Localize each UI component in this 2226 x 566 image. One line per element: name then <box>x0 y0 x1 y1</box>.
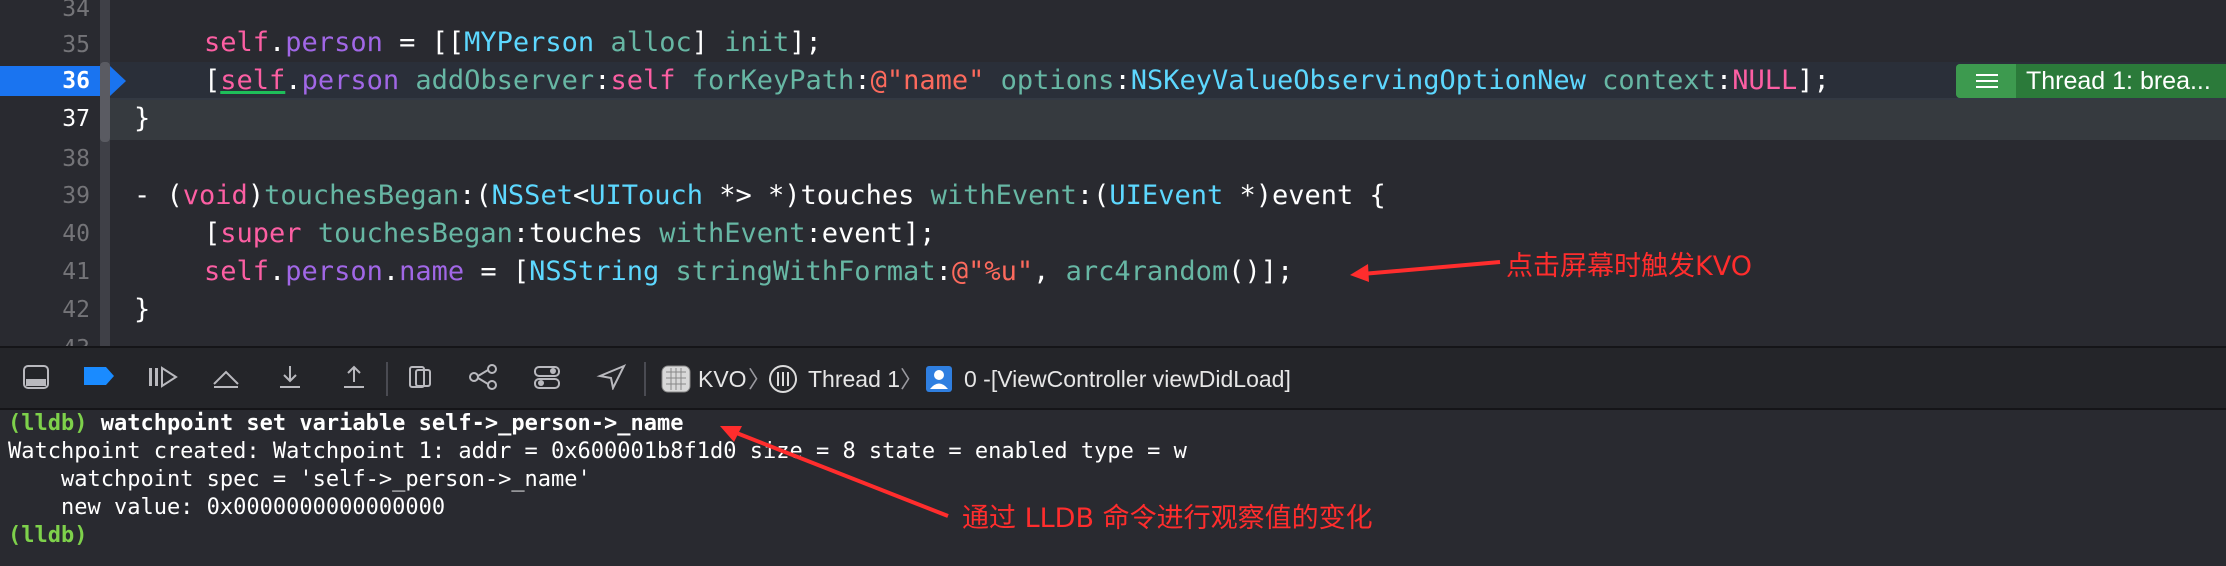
console-command-line: (lldb) watchpoint set variable self->_pe… <box>8 410 684 438</box>
debug-console[interactable]: (lldb) watchpoint set variable self->_pe… <box>0 410 2226 566</box>
toolbar-separator <box>644 362 646 396</box>
code-line: [self.person addObserver:self forKeyPath… <box>204 65 1830 96</box>
line-number: 41 <box>62 259 90 285</box>
line-number: 34 <box>62 0 90 22</box>
step-out-icon[interactable] <box>338 364 370 394</box>
memory-graph-icon[interactable] <box>468 364 500 394</box>
line-number: 40 <box>62 221 90 247</box>
toolbar-separator <box>386 362 388 396</box>
breakpoints-toggle-icon[interactable] <box>82 364 114 394</box>
environment-overrides-icon[interactable] <box>532 364 564 394</box>
step-into-icon[interactable] <box>274 364 306 394</box>
console-input-line[interactable]: (lldb) <box>8 522 87 550</box>
breadcrumb-app[interactable]: KVO <box>698 364 747 394</box>
step-over-icon[interactable] <box>210 364 242 394</box>
code-line: } <box>134 294 151 325</box>
console-output-line: new value: 0x0000000000000000 <box>8 495 446 520</box>
console-output-line: watchpoint spec = 'self->_person->_name' <box>8 467 591 492</box>
code-line: } <box>134 103 151 134</box>
simulate-location-icon[interactable] <box>596 364 628 394</box>
code-line: self.person = [[MYPerson alloc] init]; <box>204 27 822 58</box>
breadcrumb-frame[interactable]: 0 -[ViewController viewDidLoad] <box>964 364 1291 394</box>
thread-stop-icon <box>1956 64 2016 98</box>
annotation-arrow-bottom <box>720 426 949 518</box>
line-number: 35 <box>62 32 90 58</box>
lldb-prompt: (lldb) <box>8 411 88 436</box>
line-number: 38 <box>62 146 90 172</box>
lldb-prompt: (lldb) <box>8 523 88 548</box>
annotation-text-top: 点击屏幕时触发KVO <box>1506 251 1752 282</box>
line-number: 36 <box>62 68 90 94</box>
annotation-arrow-top <box>1350 260 1501 282</box>
hide-debug-area-icon[interactable] <box>20 364 52 394</box>
line-number: 37 <box>62 106 90 132</box>
app-icon <box>660 364 692 394</box>
line-number: 43 <box>0 330 90 346</box>
view-hierarchy-icon[interactable] <box>404 364 436 394</box>
code-editor[interactable]: 34 35 36 37 38 39 40 41 42 43 self.perso… <box>0 0 2226 346</box>
breadcrumb-thread[interactable]: Thread 1 <box>808 364 900 394</box>
code-line: [super touchesBegan:touches withEvent:ev… <box>204 218 936 249</box>
code-line: - (void)touchesBegan:(NSSet<UITouch *> *… <box>134 180 1386 211</box>
chevron-right-icon: 〉 <box>900 366 923 392</box>
annotation-text-bottom: 通过 LLDB 命令进行观察值的变化 <box>962 503 1373 534</box>
thread-icon <box>768 364 798 394</box>
console-command: watchpoint set variable self->_person->_… <box>100 411 684 436</box>
stack-frame-user-icon <box>924 364 954 394</box>
line-number: 39 <box>62 183 90 209</box>
debug-toolbar: KVO 〉 Thread 1 〉 0 -[ViewController view… <box>0 346 2226 410</box>
console-output-line: Watchpoint created: Watchpoint 1: addr =… <box>8 439 1187 464</box>
code-line: self.person.name = [NSString stringWithF… <box>204 256 1294 287</box>
line-number: 42 <box>62 297 90 323</box>
continue-icon[interactable] <box>146 364 178 394</box>
